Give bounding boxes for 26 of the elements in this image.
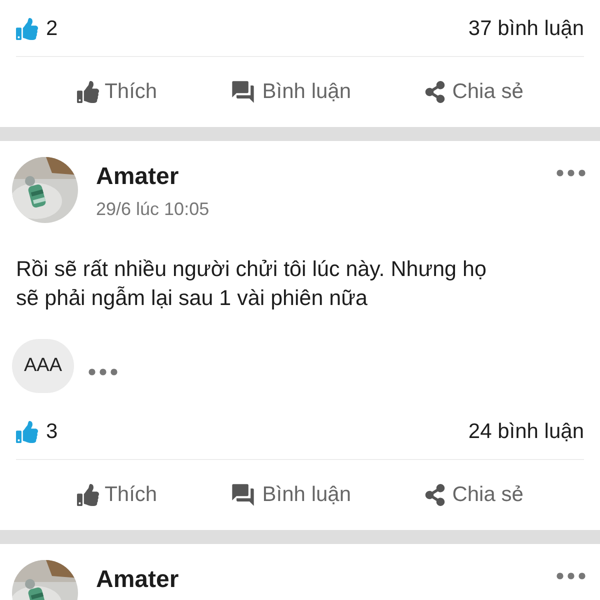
comment-button[interactable]: Bình luận — [226, 478, 356, 512]
share-button[interactable]: Chia sẻ — [420, 479, 528, 511]
post-text: Rồi sẽ rất nhiều người chửi tôi lúc này. Nhưng họ sẽ phải ngẫm lại sau 1 vài phiên nữa — [16, 256, 488, 312]
like-button[interactable]: Thích — [72, 479, 162, 511]
like-count: 3 — [46, 420, 58, 444]
like-icon — [16, 421, 38, 443]
tag-chip[interactable]: AAA — [12, 339, 74, 393]
thumbs-up-icon — [76, 484, 99, 506]
more-icon[interactable] — [88, 368, 118, 376]
like-count: 2 — [46, 17, 58, 41]
comment-button[interactable]: Bình luận — [226, 75, 356, 109]
thumbs-up-icon — [76, 81, 99, 103]
author-name[interactable]: Amater — [96, 566, 538, 594]
more-icon[interactable] — [556, 572, 586, 580]
like-button[interactable]: Thích — [72, 76, 162, 108]
share-icon — [424, 81, 446, 103]
comment-count[interactable]: 37 bình luận — [468, 17, 584, 41]
comment-count[interactable]: 24 bình luận — [468, 420, 584, 444]
more-icon[interactable] — [556, 169, 586, 177]
share-icon — [424, 484, 446, 506]
post-time: 29/6 lúc 10:05 — [96, 199, 210, 220]
author-name[interactable]: Amater — [96, 163, 538, 191]
share-button[interactable]: Chia sẻ — [420, 76, 528, 108]
speech-bubbles-icon — [230, 79, 256, 105]
speech-bubbles-icon — [230, 482, 256, 508]
like-icon — [16, 18, 38, 40]
